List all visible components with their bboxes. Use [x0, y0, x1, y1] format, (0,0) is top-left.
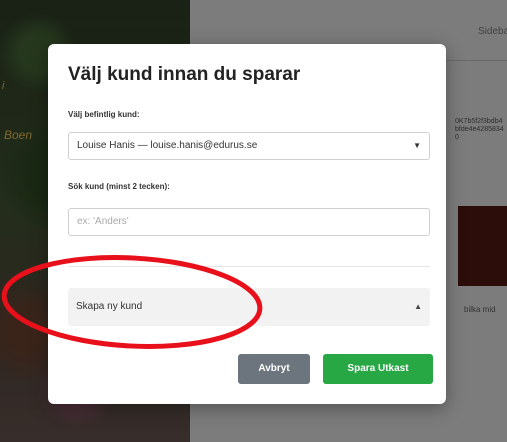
chevron-down-icon: ▼: [413, 141, 421, 150]
modal-title: Välj kund innan du sparar: [68, 64, 301, 85]
search-customer-placeholder: ex: 'Anders': [77, 216, 129, 227]
existing-customer-value: Louise Hanis — louise.hanis@edurus.se: [77, 140, 258, 151]
red-annotation-ellipse: [1, 255, 263, 349]
existing-customer-select[interactable]: Louise Hanis — louise.hanis@edurus.se ▼: [68, 132, 430, 160]
existing-customer-label: Välj befintlig kund:: [68, 110, 140, 119]
save-draft-button[interactable]: Spara Utkast: [323, 354, 433, 384]
search-customer-label: Sök kund (minst 2 tecken):: [68, 182, 170, 191]
caret-up-icon: ▲: [414, 302, 422, 311]
search-customer-input[interactable]: ex: 'Anders': [68, 208, 430, 236]
